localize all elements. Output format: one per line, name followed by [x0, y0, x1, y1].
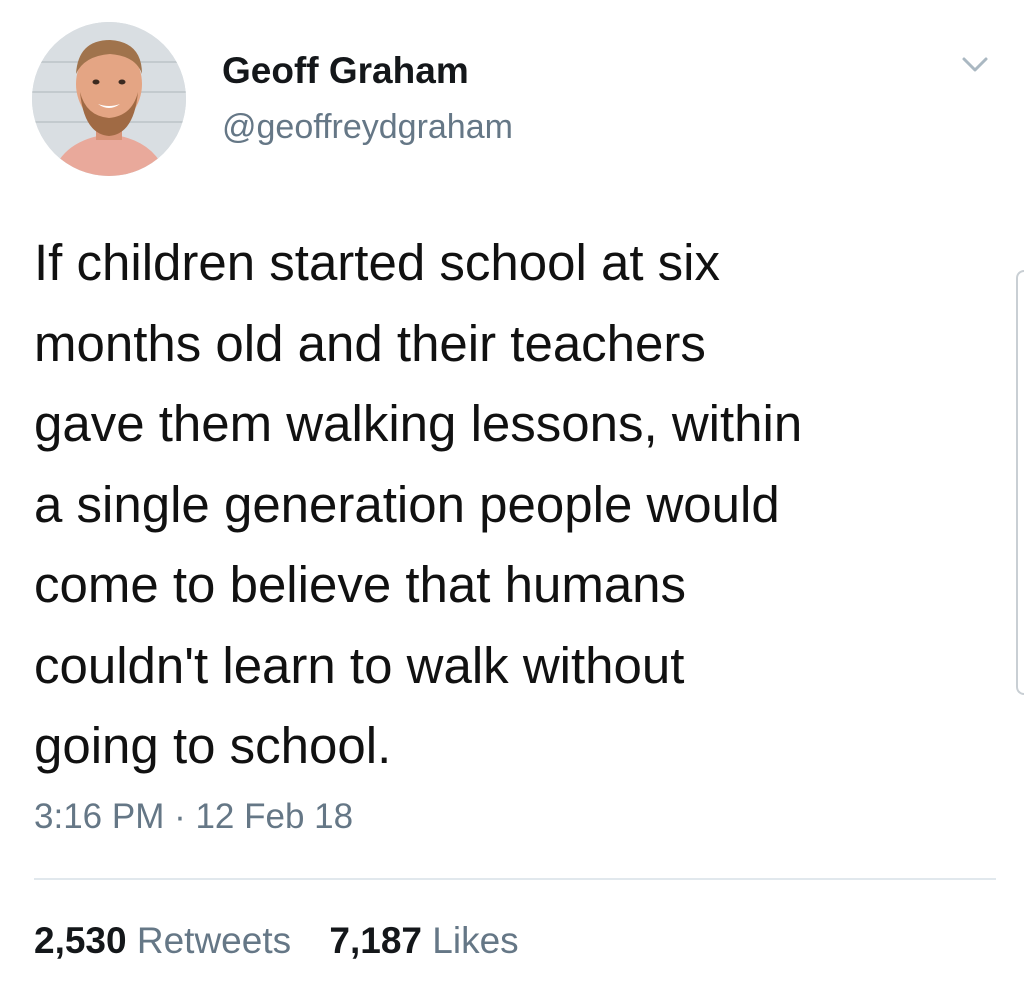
tweet-timestamp[interactable]: 3:16 PM · 12 Feb 18 — [34, 797, 353, 837]
retweets-label: Retweets — [136, 920, 292, 961]
divider — [34, 878, 996, 880]
avatar[interactable] — [32, 22, 186, 176]
retweets-stat[interactable]: 2,530 Retweets — [34, 920, 291, 961]
likes-count: 7,187 — [329, 920, 422, 961]
likes-label: Likes — [432, 920, 519, 961]
retweets-count: 2,530 — [34, 920, 127, 961]
tweet-stats: 2,530 Retweets 7,187 Likes — [34, 920, 519, 962]
likes-stat[interactable]: 7,187 Likes — [329, 920, 518, 961]
tweet-card: Geoff Graham @geoffreydgraham If childre… — [0, 0, 1024, 981]
scroll-edge — [1016, 270, 1024, 695]
chevron-down-icon[interactable] — [960, 52, 990, 76]
author-handle[interactable]: @geoffreydgraham — [222, 108, 513, 147]
avatar-photo — [32, 22, 186, 176]
author-name[interactable]: Geoff Graham — [222, 50, 469, 92]
tweet-text: If children started school at six months… — [34, 234, 803, 774]
